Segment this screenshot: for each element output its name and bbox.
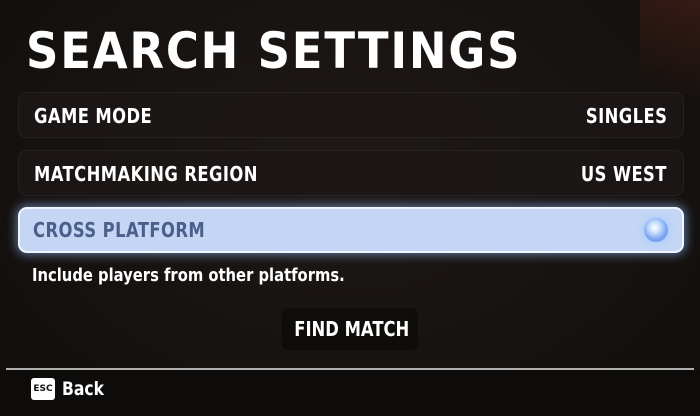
toggle-on-icon[interactable] xyxy=(644,218,668,242)
esc-key-icon[interactable]: ESC xyxy=(31,378,55,400)
setting-label: MATCHMAKING REGION xyxy=(34,162,258,186)
setting-row-cross-platform[interactable]: CROSS PLATFORM xyxy=(18,207,684,253)
back-button[interactable]: Back xyxy=(62,376,104,402)
setting-row-game-mode[interactable]: GAME MODE SINGLES xyxy=(18,92,684,138)
find-match-button[interactable]: FIND MATCH xyxy=(282,308,418,350)
setting-value: SINGLES xyxy=(585,104,667,128)
page-title: SEARCH SETTINGS xyxy=(26,22,522,80)
footer-bar xyxy=(0,370,700,416)
search-settings-screen: SEARCH SETTINGS GAME MODE SINGLES MATCHM… xyxy=(0,0,700,416)
setting-label: CROSS PLATFORM xyxy=(33,218,206,242)
find-match-label: FIND MATCH xyxy=(294,317,410,341)
setting-value: US WEST xyxy=(580,162,667,186)
setting-label: GAME MODE xyxy=(34,104,153,128)
setting-row-matchmaking-region[interactable]: MATCHMAKING REGION US WEST xyxy=(18,150,684,196)
setting-description: Include players from other platforms. xyxy=(32,265,345,286)
